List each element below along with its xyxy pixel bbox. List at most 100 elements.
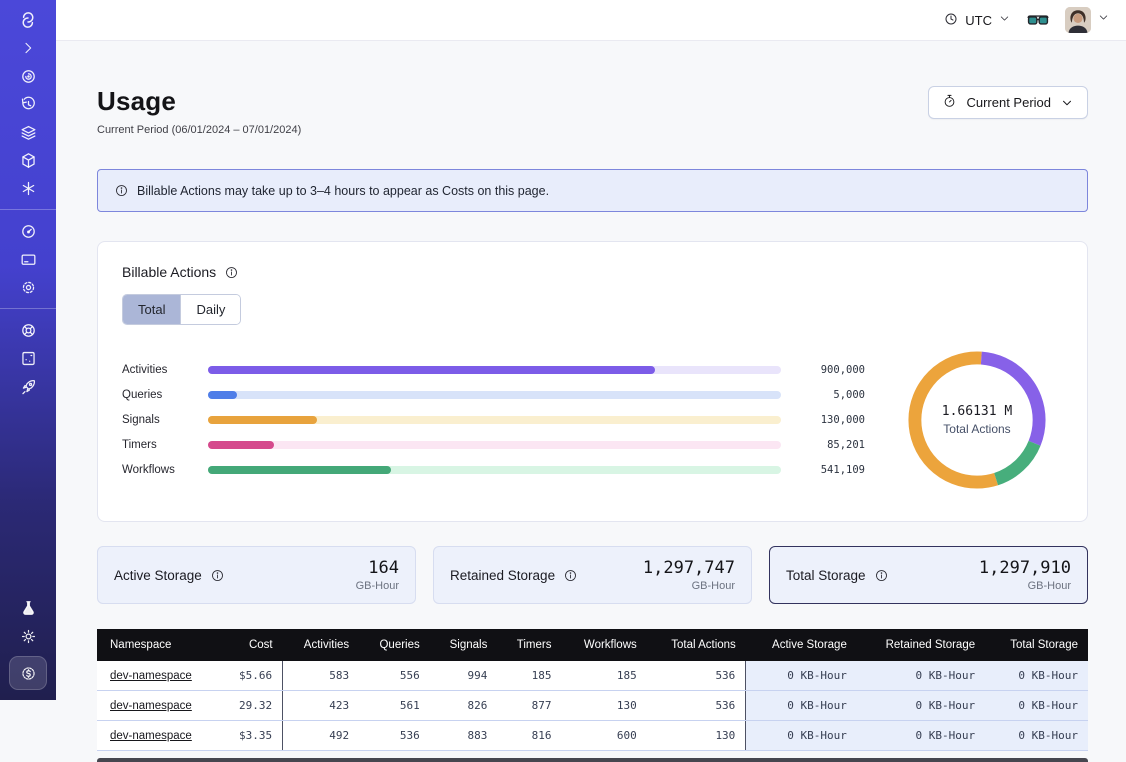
storage-card-unit: GB-Hour (356, 580, 399, 592)
column-header-signals: Signals (430, 629, 498, 661)
expand-sidebar-icon[interactable] (13, 34, 43, 62)
sidebar-divider (0, 209, 56, 210)
cell-timers: 185 (497, 661, 561, 691)
bar-fill (208, 416, 317, 424)
info-icon[interactable] (563, 568, 578, 583)
cell-activities: 583 (283, 661, 360, 691)
schedules-icon[interactable] (13, 90, 43, 118)
deployments-icon[interactable] (13, 118, 43, 146)
cell-activities: 492 (283, 721, 360, 751)
namespace-link[interactable]: dev-namespace (110, 700, 192, 712)
bar-value: 85,201 (803, 439, 865, 451)
release-notes-icon[interactable] (13, 344, 43, 372)
bar-value: 900,000 (803, 364, 865, 376)
column-header-namespace: Namespace (97, 629, 220, 661)
cell-workflows: 185 (561, 661, 646, 691)
bar-track (208, 391, 781, 399)
table-row: dev-namespace$5.665835569941851855360 KB… (97, 661, 1088, 691)
cell-cost: $5.66 (220, 661, 283, 691)
cell-activestorage: 0 KB-Hour (746, 721, 857, 751)
bar-value: 130,000 (803, 414, 865, 426)
bar-label: Timers (122, 439, 186, 451)
temporal-logo-icon[interactable] (13, 6, 43, 34)
column-header-timers: Timers (497, 629, 561, 661)
main-content: Usage Current Period (06/01/2024 – 07/01… (56, 42, 1126, 700)
billable-actions-info-banner: Billable Actions may take up to 3–4 hour… (97, 169, 1088, 212)
bar-value: 5,000 (803, 389, 865, 401)
chevron-down-icon (998, 12, 1011, 28)
billing-icon[interactable] (13, 245, 43, 273)
storage-card-value: 164 (356, 558, 399, 578)
bar-row-workflows: Workflows 541,109 (122, 458, 865, 483)
storage-card-total-storage: Total Storage1,297,910GB-Hour (769, 546, 1088, 604)
nexus-icon[interactable] (13, 146, 43, 174)
bar-row-queries: Queries5,000 (122, 383, 865, 408)
usage-costs-button[interactable] (9, 656, 47, 690)
usage-icon[interactable] (13, 217, 43, 245)
user-menu[interactable] (1065, 7, 1110, 33)
banner-text: Billable Actions may take up to 3–4 hour… (137, 184, 549, 198)
namespaces-icon[interactable] (13, 62, 43, 90)
getting-started-icon[interactable] (13, 372, 43, 400)
theme-icon[interactable] (13, 622, 43, 650)
cell-totalactions: 536 (647, 661, 746, 691)
namespace-link[interactable]: dev-namespace (110, 670, 192, 682)
topbar: UTC (56, 0, 1126, 41)
total-actions-value: 1.66131 M (942, 404, 1012, 419)
total-actions-donut: 1.66131 M Total Actions (891, 345, 1063, 495)
period-subtitle: Current Period (06/01/2024 – 07/01/2024) (97, 124, 301, 136)
bar-track (208, 441, 781, 449)
storage-card-retained-storage: Retained Storage1,297,747GB-Hour (433, 546, 752, 604)
bar-track (208, 466, 781, 474)
column-header-totalstorage: Total Storage (985, 629, 1088, 661)
storage-card-value: 1,297,747 (643, 558, 735, 578)
column-header-cost: Cost (220, 629, 283, 661)
total-actions-label: Total Actions (942, 422, 1012, 436)
tab-daily[interactable]: Daily (180, 295, 240, 324)
cell-queries: 561 (359, 691, 430, 721)
support-icon[interactable] (13, 316, 43, 344)
tab-total[interactable]: Total (123, 295, 180, 324)
cell-totalstorage: 0 KB-Hour (985, 691, 1088, 721)
sidebar (0, 0, 56, 700)
billable-tabs: TotalDaily (122, 294, 241, 325)
table-header-row: NamespaceCostActivitiesQueriesSignalsTim… (97, 629, 1088, 661)
column-header-activestorage: Active Storage (746, 629, 857, 661)
storage-card-unit: GB-Hour (979, 580, 1071, 592)
period-selector-button[interactable]: Current Period (928, 86, 1088, 119)
cell-totalactions: 130 (647, 721, 746, 751)
billable-bar-chart: Activities900,000Queries5,000Signals130,… (122, 358, 865, 483)
cell-signals: 826 (430, 691, 498, 721)
info-icon[interactable] (210, 568, 225, 583)
labs-icon[interactable] (13, 594, 43, 622)
column-header-queries: Queries (359, 629, 430, 661)
cell-totalstorage: 0 KB-Hour (985, 661, 1088, 691)
timezone-selector[interactable]: UTC (943, 11, 1011, 30)
storage-card-label: Active Storage (114, 568, 225, 583)
info-icon[interactable] (874, 568, 889, 583)
cell-timers: 877 (497, 691, 561, 721)
bar-label: Workflows (122, 464, 186, 476)
namespace-link[interactable]: dev-namespace (110, 730, 192, 742)
info-icon[interactable] (224, 265, 239, 280)
cell-retainedstorage: 0 KB-Hour (857, 721, 985, 751)
goggles-icon[interactable] (1027, 12, 1049, 28)
bar-row-activities: Activities900,000 (122, 358, 865, 383)
table-row: dev-namespace29.324235618268771305360 KB… (97, 691, 1088, 721)
bar-value: 541,109 (803, 464, 865, 476)
batch-operations-icon[interactable] (13, 174, 43, 202)
cell-signals: 883 (430, 721, 498, 751)
cell-queries: 536 (359, 721, 430, 751)
billable-actions-title: Billable Actions (122, 264, 216, 280)
storage-card-label: Retained Storage (450, 568, 578, 583)
user-avatar (1065, 7, 1091, 33)
cell-workflows: 130 (561, 691, 646, 721)
stopwatch-icon (942, 93, 957, 112)
page-title: Usage (97, 86, 301, 117)
cell-timers: 816 (497, 721, 561, 751)
cell-retainedstorage: 0 KB-Hour (857, 661, 985, 691)
table-row: dev-namespace$3.354925368838166001300 KB… (97, 721, 1088, 751)
settings-icon[interactable] (13, 273, 43, 301)
storage-card-active-storage: Active Storage 164 GB-Hour (97, 546, 416, 604)
period-selector-label: Current Period (966, 95, 1051, 110)
